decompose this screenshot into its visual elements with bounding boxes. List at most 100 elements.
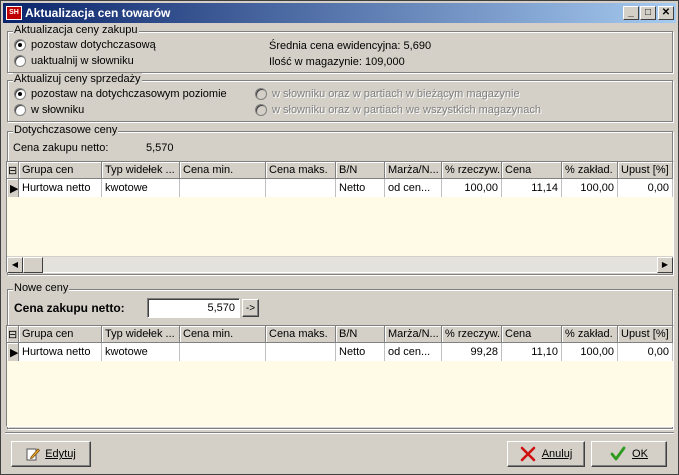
sales-dict-label: w słowniku [31, 104, 85, 116]
avg-price-text: Średnia cena ewidencyjna: 5,690 [269, 40, 432, 52]
col-header[interactable]: Typ widełek ... [102, 162, 180, 179]
cell[interactable]: 0,00 [618, 179, 673, 197]
cell[interactable]: 11,10 [502, 343, 562, 361]
window-title: Aktualizacja cen towarów [25, 6, 171, 20]
divider [5, 432, 674, 434]
col-header[interactable]: Cena maks. [266, 326, 336, 343]
col-header[interactable]: Cena min. [180, 326, 266, 343]
col-header[interactable]: B/N [336, 326, 385, 343]
app-icon: SH [6, 6, 22, 20]
cell[interactable]: Netto [336, 179, 385, 197]
table-row[interactable]: ▶ Hurtowa netto kwotowe Netto od cen... … [7, 343, 673, 361]
current-net-value: 5,570 [146, 142, 174, 154]
dialog-window: SH Aktualizacja cen towarów _ □ ✕ Aktual… [0, 0, 679, 475]
title-bar[interactable]: SH Aktualizacja cen towarów _ □ ✕ [3, 3, 676, 23]
cell[interactable]: kwotowe [102, 343, 180, 361]
cell[interactable]: 100,00 [562, 343, 618, 361]
minimize-button[interactable]: _ [623, 6, 639, 20]
radio-selected-icon [14, 39, 26, 51]
purchase-keep-radio[interactable]: pozostaw dotychczasową [14, 39, 156, 51]
quantity-text: Ilość w magazynie: 109,000 [269, 56, 405, 68]
new-prices-legend: Nowe ceny [13, 282, 70, 295]
col-header[interactable]: Upust [%] [618, 162, 673, 179]
col-header[interactable]: Cena [502, 326, 562, 343]
cell[interactable]: Netto [336, 343, 385, 361]
cancel-x-icon [520, 446, 536, 462]
sales-keep-radio[interactable]: pozostaw na dotychczasowym poziomie [14, 88, 227, 100]
row-pointer-icon: ▶ [7, 179, 19, 197]
sales-all-warehouses-label: w słowniku oraz w partiach we wszystkich… [272, 104, 541, 116]
col-header[interactable]: Grupa cen [19, 162, 102, 179]
table-row[interactable]: ▶ Hurtowa netto kwotowe Netto od cen... … [7, 179, 673, 197]
cell[interactable]: 99,28 [442, 343, 502, 361]
maximize-button[interactable]: □ [640, 6, 656, 20]
current-table-header: ⊟ Grupa cen Typ widełek ... Cena min. Ce… [7, 162, 673, 179]
cancel-button[interactable]: Anuluj [507, 441, 585, 467]
col-header[interactable]: Cena [502, 162, 562, 179]
new-net-label: Cena zakupu netto: [14, 301, 125, 315]
cell[interactable]: kwotowe [102, 179, 180, 197]
row-pointer-icon: ▶ [7, 343, 19, 361]
current-prices-table[interactable]: ⊟ Grupa cen Typ widełek ... Cena min. Ce… [6, 161, 674, 273]
col-header[interactable]: % zakład. [562, 326, 618, 343]
cell[interactable]: 100,00 [562, 179, 618, 197]
cell[interactable]: Hurtowa netto [19, 179, 102, 197]
radio-disabled-icon [255, 104, 267, 116]
horizontal-scrollbar[interactable]: ◀ ▶ [7, 256, 673, 273]
purchase-update-label: uaktualnij w słowniku [31, 55, 134, 67]
scroll-thumb[interactable] [23, 257, 43, 273]
sales-keep-label: pozostaw na dotychczasowym poziomie [31, 88, 227, 100]
checkmark-icon [610, 446, 626, 462]
cell[interactable] [180, 343, 266, 361]
sales-current-warehouse-radio[interactable]: w słowniku oraz w partiach w bieżącym ma… [255, 88, 520, 100]
purchase-keep-label: pozostaw dotychczasową [31, 39, 156, 51]
edit-button[interactable]: Edytuj [11, 441, 91, 467]
radio-icon [14, 55, 26, 67]
cell[interactable]: 100,00 [442, 179, 502, 197]
new-prices-table[interactable]: ⊟ Grupa cen Typ widełek ... Cena min. Ce… [6, 325, 674, 427]
current-net-label: Cena zakupu netto: [13, 142, 109, 154]
col-header[interactable]: Cena maks. [266, 162, 336, 179]
cell[interactable]: Hurtowa netto [19, 343, 102, 361]
cell[interactable]: od cen... [385, 343, 442, 361]
purchase-update-radio[interactable]: uaktualnij w słowniku [14, 55, 134, 67]
sales-legend: Aktualizuj ceny sprzedaży [13, 73, 142, 86]
cancel-label: Anuluj [541, 448, 573, 460]
cell[interactable] [266, 179, 336, 197]
scroll-right-icon[interactable]: ▶ [657, 257, 673, 273]
sales-all-warehouses-radio[interactable]: w słowniku oraz w partiach we wszystkich… [255, 104, 541, 116]
current-prices-legend: Dotychczasowe ceny [13, 124, 119, 137]
grid-menu-icon[interactable]: ⊟ [7, 326, 19, 343]
cell[interactable]: 11,14 [502, 179, 562, 197]
col-header[interactable]: Cena min. [180, 162, 266, 179]
purchase-legend: Aktualizacja ceny zakupu [13, 24, 139, 37]
col-header[interactable]: % rzeczyw. [442, 162, 502, 179]
col-header[interactable]: % zakład. [562, 162, 618, 179]
radio-disabled-icon [255, 88, 267, 100]
col-header[interactable]: B/N [336, 162, 385, 179]
apply-price-button[interactable]: -> [242, 299, 259, 317]
new-table-header: ⊟ Grupa cen Typ widełek ... Cena min. Ce… [7, 326, 673, 343]
ok-button[interactable]: OK [591, 441, 667, 467]
grid-menu-icon[interactable]: ⊟ [7, 162, 19, 179]
cell[interactable]: 0,00 [618, 343, 673, 361]
close-button[interactable]: ✕ [658, 6, 674, 20]
sales-current-warehouse-label: w słowniku oraz w partiach w bieżącym ma… [272, 88, 520, 100]
col-header[interactable]: Marża/N... [385, 162, 442, 179]
scroll-left-icon[interactable]: ◀ [7, 257, 23, 273]
col-header[interactable]: Marża/N... [385, 326, 442, 343]
ok-label: OK [632, 448, 648, 460]
cell[interactable] [266, 343, 336, 361]
cell[interactable] [180, 179, 266, 197]
col-header[interactable]: % rzeczyw. [442, 326, 502, 343]
radio-icon [14, 104, 26, 116]
new-net-price-input[interactable] [147, 298, 240, 318]
radio-selected-icon [14, 88, 26, 100]
cell[interactable]: od cen... [385, 179, 442, 197]
edit-label: Edytuj [45, 448, 76, 460]
col-header[interactable]: Grupa cen [19, 326, 102, 343]
sales-dict-radio[interactable]: w słowniku [14, 104, 84, 116]
col-header[interactable]: Typ widełek ... [102, 326, 180, 343]
col-header[interactable]: Upust [%] [618, 326, 673, 343]
pencil-icon [26, 447, 41, 461]
